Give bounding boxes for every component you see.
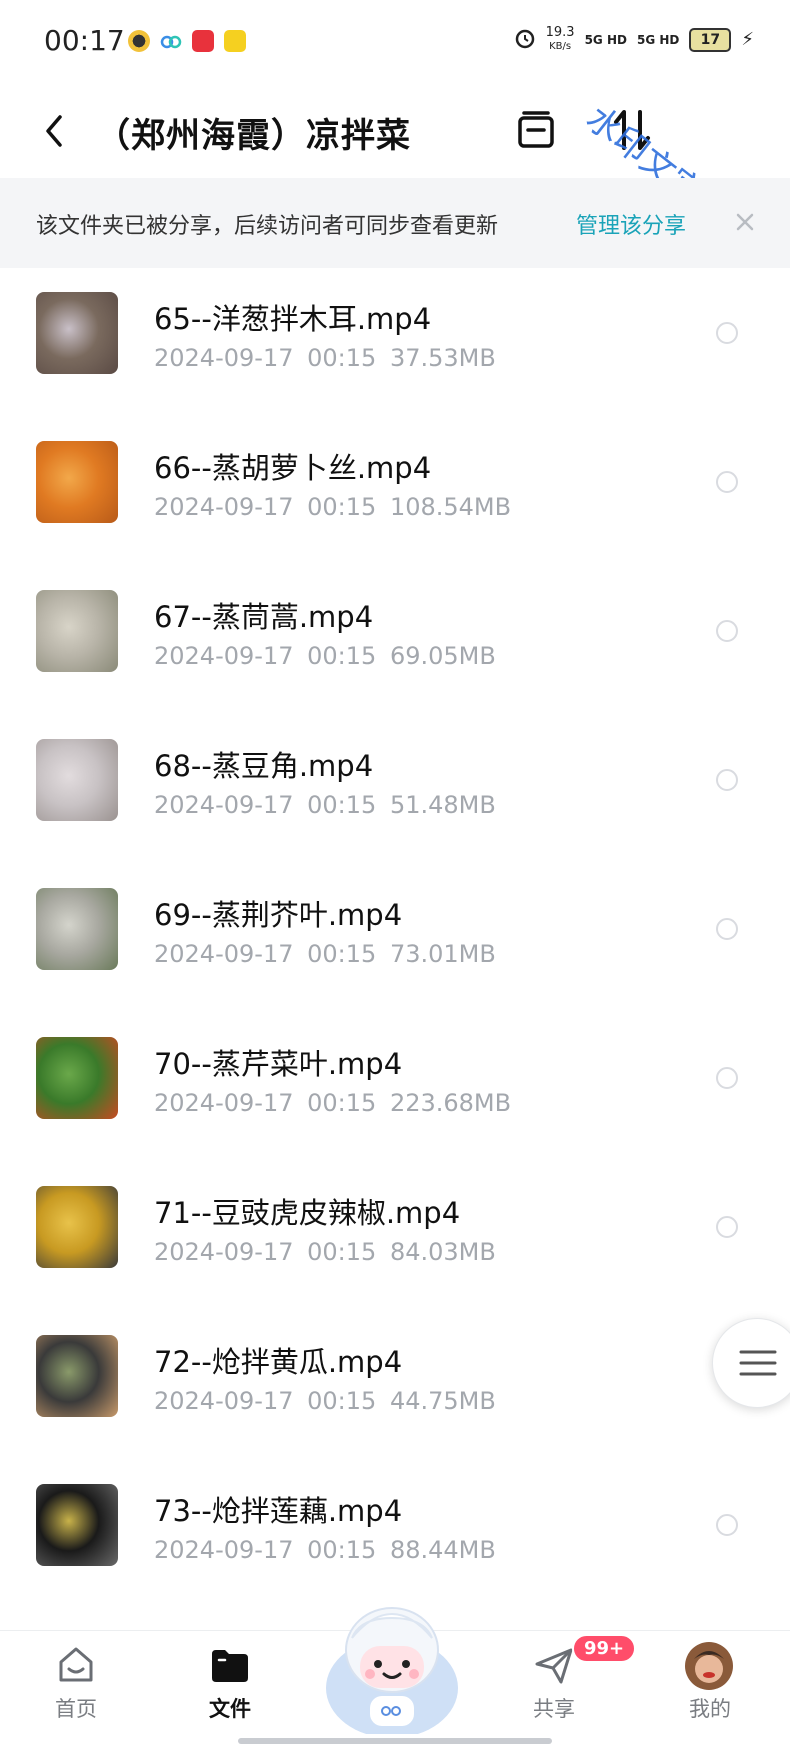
file-name: 73--炝拌莲藕.mp4 — [154, 1494, 403, 1528]
file-row[interactable]: 72--炝拌黄瓜.mp4 2024-09-17 00:15 44.75MB — [0, 1311, 790, 1460]
nav-home-label: 首页 — [55, 1697, 97, 1721]
select-radio[interactable] — [716, 1067, 738, 1089]
file-row[interactable]: 65--洋葱拌木耳.mp4 2024-09-17 00:15 37.53MB — [0, 268, 790, 417]
battery-icon: 17 — [689, 27, 732, 52]
select-radio[interactable] — [716, 1216, 738, 1238]
file-meta: 2024-09-17 00:15 44.75MB — [154, 1387, 496, 1415]
share-banner: 该文件夹已被分享，后续访问者可同步查看更新 管理该分享 — [0, 178, 790, 268]
share-count-badge: 99+ — [572, 1634, 637, 1663]
avatar — [684, 1641, 734, 1691]
send-icon — [532, 1643, 576, 1687]
video-thumbnail — [36, 739, 118, 821]
nav-mine[interactable]: 我的 — [650, 1631, 770, 1749]
select-radio[interactable] — [716, 918, 738, 940]
file-row[interactable]: 70--蒸芹菜叶.mp4 2024-09-17 00:15 223.68MB — [0, 1013, 790, 1162]
assistant-mascot-button[interactable] — [312, 1584, 472, 1738]
net-speed-unit: KB/s — [549, 41, 572, 52]
select-mode-button[interactable] — [508, 102, 564, 158]
file-meta: 2024-09-17 00:15 69.05MB — [154, 642, 496, 670]
app-notification-icon — [128, 30, 150, 52]
file-meta: 2024-09-17 00:15 51.48MB — [154, 791, 496, 819]
banner-close-button[interactable] — [730, 202, 760, 242]
home-icon — [54, 1643, 98, 1687]
share-banner-text: 该文件夹已被分享，后续访问者可同步查看更新 — [36, 214, 499, 239]
red-app-icon — [192, 30, 214, 52]
manage-share-link[interactable]: 管理该分享 — [576, 208, 686, 240]
file-meta: 2024-09-17 00:15 84.03MB — [154, 1238, 496, 1266]
file-row[interactable]: 69--蒸荆芥叶.mp4 2024-09-17 00:15 73.01MB — [0, 864, 790, 1013]
home-indicator — [238, 1738, 552, 1744]
nav-home[interactable]: 首页 — [16, 1631, 136, 1749]
file-name: 72--炝拌黄瓜.mp4 — [154, 1345, 403, 1379]
video-thumbnail — [36, 441, 118, 523]
charging-icon: ⚡ — [741, 29, 754, 50]
net-speed: 19.3 KB/s — [546, 26, 575, 53]
video-thumbnail — [36, 292, 118, 374]
file-name: 66--蒸胡萝卜丝.mp4 — [154, 451, 432, 485]
alarm-icon — [514, 27, 536, 53]
signal-1: 5G HD — [584, 32, 627, 47]
nav-mine-label: 我的 — [689, 1697, 731, 1721]
select-radio[interactable] — [716, 769, 738, 791]
back-button[interactable] — [34, 106, 74, 156]
select-radio[interactable] — [716, 322, 738, 344]
mascot-icon — [326, 1607, 458, 1738]
file-meta: 2024-09-17 00:15 108.54MB — [154, 493, 512, 521]
yellow-app-icon — [224, 30, 246, 52]
file-row[interactable]: 68--蒸豆角.mp4 2024-09-17 00:15 51.48MB — [0, 715, 790, 864]
select-radio[interactable] — [716, 620, 738, 642]
chevron-left-icon — [46, 115, 62, 147]
file-meta: 2024-09-17 00:15 37.53MB — [154, 344, 496, 372]
status-time: 00:17 — [44, 24, 125, 57]
nav-files[interactable]: 文件 — [170, 1631, 290, 1749]
file-name: 65--洋葱拌木耳.mp4 — [154, 302, 432, 336]
signal-2: 5G HD — [636, 32, 680, 47]
video-thumbnail — [36, 590, 118, 672]
video-thumbnail — [36, 1037, 118, 1119]
video-thumbnail — [36, 888, 118, 970]
file-meta: 2024-09-17 00:15 88.44MB — [154, 1536, 496, 1564]
file-row[interactable]: 67--蒸茼蒿.mp4 2024-09-17 00:15 69.05MB — [0, 566, 790, 715]
file-row[interactable]: 71--豆豉虎皮辣椒.mp4 2024-09-17 00:15 84.03MB — [0, 1162, 790, 1311]
file-name: 68--蒸豆角.mp4 — [154, 749, 374, 783]
file-name: 70--蒸芹菜叶.mp4 — [154, 1047, 403, 1081]
nav-share-label: 共享 — [533, 1697, 575, 1721]
file-name: 71--豆豉虎皮辣椒.mp4 — [154, 1196, 461, 1230]
close-icon — [736, 213, 754, 231]
hamburger-icon — [739, 1350, 777, 1376]
file-name: 67--蒸茼蒿.mp4 — [154, 600, 374, 634]
folder-icon — [208, 1643, 252, 1687]
multiselect-icon — [518, 111, 554, 148]
file-name: 69--蒸荆芥叶.mp4 — [154, 898, 403, 932]
page-title: （郑州海霞）凉拌菜 — [96, 116, 411, 156]
video-thumbnail — [36, 1484, 118, 1566]
file-meta: 2024-09-17 00:15 223.68MB — [154, 1089, 512, 1117]
file-meta: 2024-09-17 00:15 73.01MB — [154, 940, 496, 968]
net-speed-value: 19.3 — [545, 25, 575, 40]
status-bar: 00:17 19.3 KB/s 5G HD 5G HD 17 ⚡ — [0, 0, 790, 86]
status-app-icons — [128, 30, 246, 52]
file-row[interactable]: 66--蒸胡萝卜丝.mp4 2024-09-17 00:15 108.54MB — [0, 417, 790, 566]
file-list: 65--洋葱拌木耳.mp4 2024-09-17 00:15 37.53MB 6… — [0, 268, 790, 1609]
nav-files-label: 文件 — [209, 1697, 251, 1721]
video-thumbnail — [36, 1186, 118, 1268]
cloud-app-icon — [160, 30, 182, 52]
video-thumbnail — [36, 1335, 118, 1417]
select-radio[interactable] — [716, 1514, 738, 1536]
select-radio[interactable] — [716, 471, 738, 493]
status-right: 19.3 KB/s 5G HD 5G HD 17 ⚡ — [514, 26, 754, 53]
